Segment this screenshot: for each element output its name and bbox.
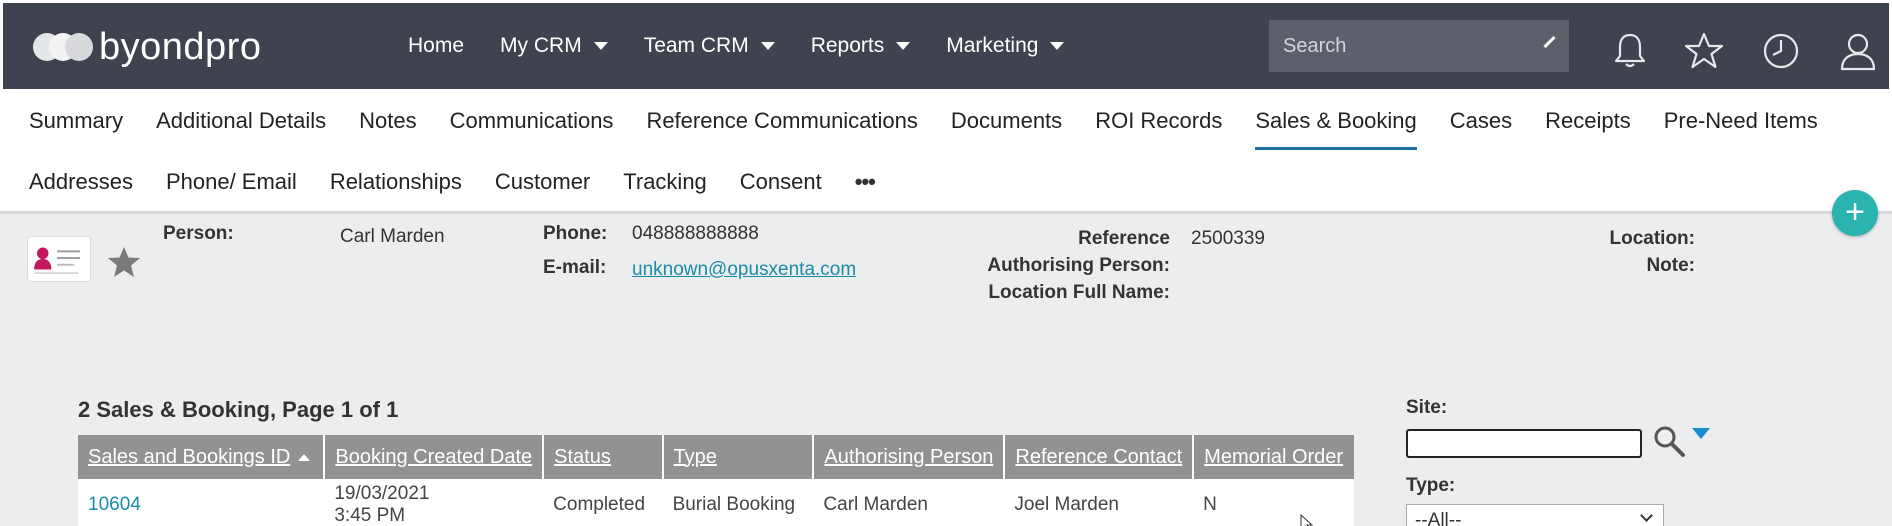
- tab-additional-details[interactable]: Additional Details: [156, 108, 326, 142]
- mouse-cursor-icon: [1300, 513, 1314, 526]
- note-label: Note:: [1646, 255, 1695, 276]
- search-icon[interactable]: [1652, 424, 1686, 458]
- reference-label: Reference: [1078, 228, 1170, 249]
- logo-text: byondpro: [99, 25, 262, 68]
- site-filter-input[interactable]: [1406, 429, 1642, 458]
- tab-row-1: Summary Additional Details Notes Communi…: [29, 108, 1851, 150]
- tab-customer[interactable]: Customer: [495, 169, 590, 203]
- location-full-name-label: Location Full Name:: [988, 282, 1170, 303]
- cell-status: Completed: [543, 479, 663, 526]
- cell-authorising-person: Carl Marden: [813, 479, 1005, 526]
- tab-pre-need-items[interactable]: Pre-Need Items: [1664, 108, 1818, 142]
- search-input[interactable]: [1283, 34, 1548, 58]
- tab-tracking[interactable]: Tracking: [623, 169, 707, 203]
- cell-created-date: 19/03/2021 3:45 PM: [324, 479, 544, 526]
- logo-mark: [33, 30, 93, 64]
- plus-icon: +: [1845, 193, 1865, 231]
- record-tabs: Summary Additional Details Notes Communi…: [0, 89, 1892, 211]
- nav-my-crm[interactable]: My CRM: [500, 34, 608, 58]
- history-clock-icon[interactable]: [1761, 31, 1801, 71]
- col-memorial-order[interactable]: Memorial Order: [1193, 435, 1354, 479]
- phone-value: 048888888888: [632, 223, 759, 244]
- logo[interactable]: byondpro: [33, 25, 261, 69]
- nav-team-crm[interactable]: Team CRM: [644, 34, 775, 58]
- tab-reference-communications[interactable]: Reference Communications: [646, 108, 917, 142]
- caret-down-icon: [760, 42, 775, 50]
- tab-row-2: Addresses Phone/ Email Relationships Cus…: [29, 169, 908, 203]
- user-profile-icon[interactable]: [1838, 31, 1878, 71]
- sort-asc-icon: [298, 453, 311, 461]
- authorising-person-label: Authorising Person:: [987, 255, 1170, 276]
- cell-memorial-order: N: [1193, 479, 1354, 526]
- contact-card-icon: [27, 236, 91, 282]
- person-label: Person:: [163, 223, 234, 244]
- tab-documents[interactable]: Documents: [951, 108, 1062, 142]
- nav-home[interactable]: Home: [408, 34, 464, 58]
- tab-receipts[interactable]: Receipts: [1545, 108, 1631, 142]
- person-value: Carl Marden: [340, 226, 445, 247]
- col-type[interactable]: Type: [662, 435, 815, 479]
- tab-sales-booking[interactable]: Sales & Booking: [1255, 108, 1418, 150]
- col-status[interactable]: Status: [543, 435, 664, 479]
- nav-reports[interactable]: Reports: [811, 34, 911, 58]
- tab-notes[interactable]: Notes: [359, 108, 416, 142]
- col-reference-contact[interactable]: Reference Contact: [1004, 435, 1195, 479]
- phone-label: Phone:: [543, 223, 608, 244]
- cell-type: Burial Booking: [662, 479, 814, 526]
- grid-title: 2 Sales & Booking, Page 1 of 1: [78, 397, 399, 422]
- star-icon[interactable]: [1684, 31, 1724, 71]
- tab-roi-records[interactable]: ROI Records: [1095, 108, 1222, 142]
- top-nav: Home My CRM Team CRM Reports Marketing: [408, 3, 1100, 89]
- global-search: [1269, 20, 1569, 72]
- tab-relationships[interactable]: Relationships: [330, 169, 462, 203]
- more-tabs-button[interactable]: •••: [855, 169, 876, 203]
- favorite-star-icon[interactable]: [106, 244, 142, 280]
- type-filter-select[interactable]: --All--: [1406, 504, 1664, 526]
- tab-addresses[interactable]: Addresses: [29, 169, 133, 203]
- tab-communications[interactable]: Communications: [450, 108, 614, 142]
- email-label: E-mail:: [543, 257, 607, 278]
- caret-down-icon: [1050, 42, 1065, 50]
- sales-booking-table: Sales and Bookings ID Booking Created Da…: [78, 435, 1354, 526]
- location-label: Location:: [1609, 228, 1696, 249]
- cell-reference-contact: Joel Marden: [1004, 479, 1194, 526]
- table-row[interactable]: 10604 19/03/2021 3:45 PM Completed Burial…: [78, 479, 1354, 526]
- email-link[interactable]: unknown@opusxenta.com: [632, 259, 856, 280]
- tab-phone-email[interactable]: Phone/ Email: [166, 169, 297, 203]
- reference-value: 2500339: [1191, 228, 1265, 249]
- nav-marketing[interactable]: Marketing: [946, 34, 1065, 58]
- cell-id[interactable]: 10604: [78, 479, 325, 526]
- col-sales-bookings-id[interactable]: Sales and Bookings ID: [78, 435, 326, 479]
- add-button[interactable]: +: [1832, 190, 1878, 236]
- caret-down-icon: [593, 42, 608, 50]
- chevron-down-icon: [1640, 509, 1653, 522]
- tab-consent[interactable]: Consent: [740, 169, 822, 203]
- type-filter-label: Type:: [1406, 475, 1456, 496]
- tab-cases[interactable]: Cases: [1450, 108, 1512, 142]
- caret-down-icon: [896, 42, 911, 50]
- filter-toggle-icon[interactable]: [1692, 428, 1710, 439]
- main-content: Person: Carl Marden Phone: 048888888888 …: [0, 211, 1892, 526]
- site-filter-label: Site:: [1406, 397, 1448, 418]
- bell-icon[interactable]: [1610, 31, 1650, 71]
- tab-summary[interactable]: Summary: [29, 108, 123, 142]
- table-header-row: Sales and Bookings ID Booking Created Da…: [78, 435, 1354, 479]
- top-bar: byondpro Home My CRM Team CRM Reports Ma…: [3, 3, 1889, 89]
- col-authorising-person[interactable]: Authorising Person: [813, 435, 1006, 479]
- col-booking-created-date[interactable]: Booking Created Date: [324, 435, 545, 479]
